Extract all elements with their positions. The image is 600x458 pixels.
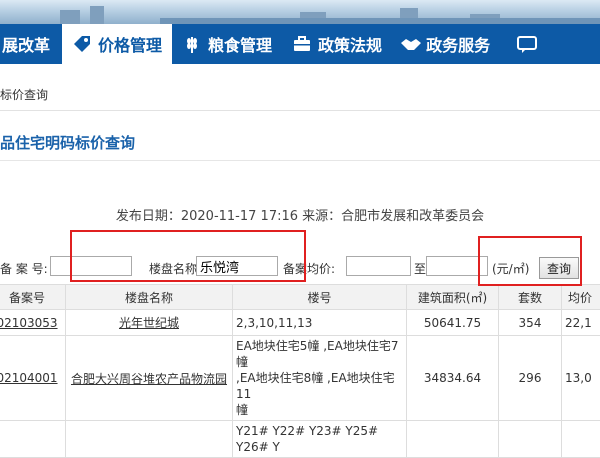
divider [0,110,600,111]
record-cell [0,421,66,458]
nav-item-label: 价格管理 [98,32,162,56]
highlight-box [478,236,582,286]
area-cell [407,421,499,458]
highlight-box [70,230,306,282]
column-header: 楼盘名称 [66,285,233,310]
buildings-cell: EA地块住宅5幢 ,EA地块住宅7幢 ,EA地块住宅8幢 ,EA地块住宅11 幢 [233,336,407,421]
nav-item-development-reform[interactable]: 展改革 [0,24,56,64]
results-table: 备案号 楼盘名称 楼号 建筑面积(㎡) 套数 均价 02103053 光年世纪城… [0,284,600,458]
breadcrumb: 标价查询 [0,86,48,103]
column-header: 楼号 [233,285,407,310]
area-cell: 34834.64 [407,336,499,421]
count-cell [499,421,562,458]
count-cell: 354 [499,310,562,336]
nav-item-government-services[interactable]: 政务服务 [394,24,496,64]
column-header: 套数 [499,285,562,310]
record-number-label: 备 案 号: [0,260,48,277]
project-link[interactable]: 光年世纪城 [119,316,179,330]
project-link[interactable]: 合肥大兴周谷堆农产品物流园 [71,372,227,386]
nav-item-label: 展改革 [2,32,50,56]
column-header: 建筑面积(㎡) [407,285,499,310]
table-row: Y21# Y22# Y23# Y25# Y26# Y [0,421,600,458]
briefcase-icon [292,34,312,54]
project-cell [66,421,233,458]
table-row: 02103053 光年世纪城 2,3,10,11,13 50641.75 354… [0,310,600,336]
avg-price-cell [562,421,600,458]
avg-price-cell: 13,0 [562,336,600,421]
column-header: 备案号 [0,285,66,310]
area-cell: 50641.75 [407,310,499,336]
nav-item-price-management[interactable]: 价格管理 [62,24,172,64]
nav-item-label: 政策法规 [318,32,382,56]
average-price-from-input[interactable] [346,256,411,276]
table-row: 02104001 合肥大兴周谷堆农产品物流园 EA地块住宅5幢 ,EA地块住宅7… [0,336,600,421]
price-tag-icon [72,34,92,54]
record-link[interactable]: 02103053 [0,316,58,330]
chat-icon [516,34,536,54]
column-header: 均价 [562,285,600,310]
nav-item-label: 政务服务 [426,32,490,56]
header-banner [0,0,600,24]
page-title: 品住宅明码标价查询 [0,132,135,153]
nav-item-policy-regulations[interactable]: 政策法规 [286,24,388,64]
count-cell: 296 [499,336,562,421]
to-label: 至 [414,260,426,277]
record-link[interactable]: 02104001 [0,371,58,385]
main-nav: 展改革 价格管理 粮食管理 政策法规 政务服务 [0,24,600,64]
table-header-row: 备案号 楼盘名称 楼号 建筑面积(㎡) 套数 均价 [0,285,600,310]
nav-item-label: 粮食管理 [208,32,272,56]
wheat-icon [182,34,202,54]
nav-item-grain-management[interactable]: 粮食管理 [176,24,278,64]
buildings-cell: 2,3,10,11,13 [233,310,407,336]
avg-price-cell: 22,1 [562,310,600,336]
handshake-icon [400,34,420,54]
publish-info: 发布日期：2020-11-17 17:16 来源：合肥市发展和改革委员会 [0,205,600,224]
buildings-cell: Y21# Y22# Y23# Y25# Y26# Y [233,421,407,458]
nav-item-more[interactable] [510,24,548,64]
divider [0,160,600,161]
